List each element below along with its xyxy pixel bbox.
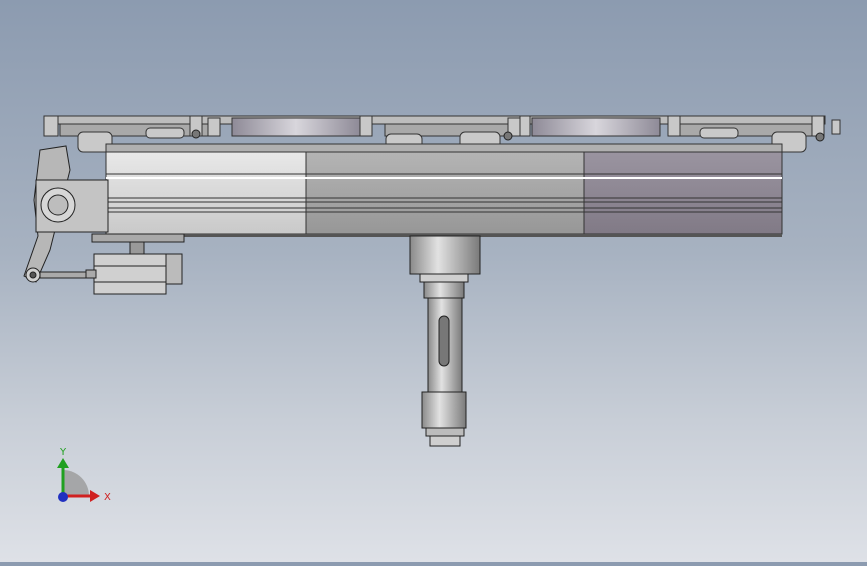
model-view[interactable]: Y X — [0, 0, 867, 562]
frame-section-middle — [305, 151, 585, 235]
disc-left — [231, 117, 361, 137]
roller — [699, 127, 739, 139]
z-axis-dot — [58, 492, 68, 502]
center-spindle[interactable] — [409, 235, 481, 447]
roller — [145, 127, 185, 139]
cad-graphics-viewport[interactable]: Y X — [0, 0, 867, 562]
x-axis-label: X — [104, 492, 111, 503]
disc-right — [531, 117, 661, 137]
pneumatic-cylinder[interactable] — [85, 233, 185, 295]
view-triad-icon[interactable]: Y X — [57, 447, 111, 503]
frame-section-left — [105, 151, 307, 235]
frame-section-right — [583, 151, 783, 235]
main-frame[interactable] — [105, 143, 783, 237]
y-axis-label: Y — [59, 447, 67, 458]
